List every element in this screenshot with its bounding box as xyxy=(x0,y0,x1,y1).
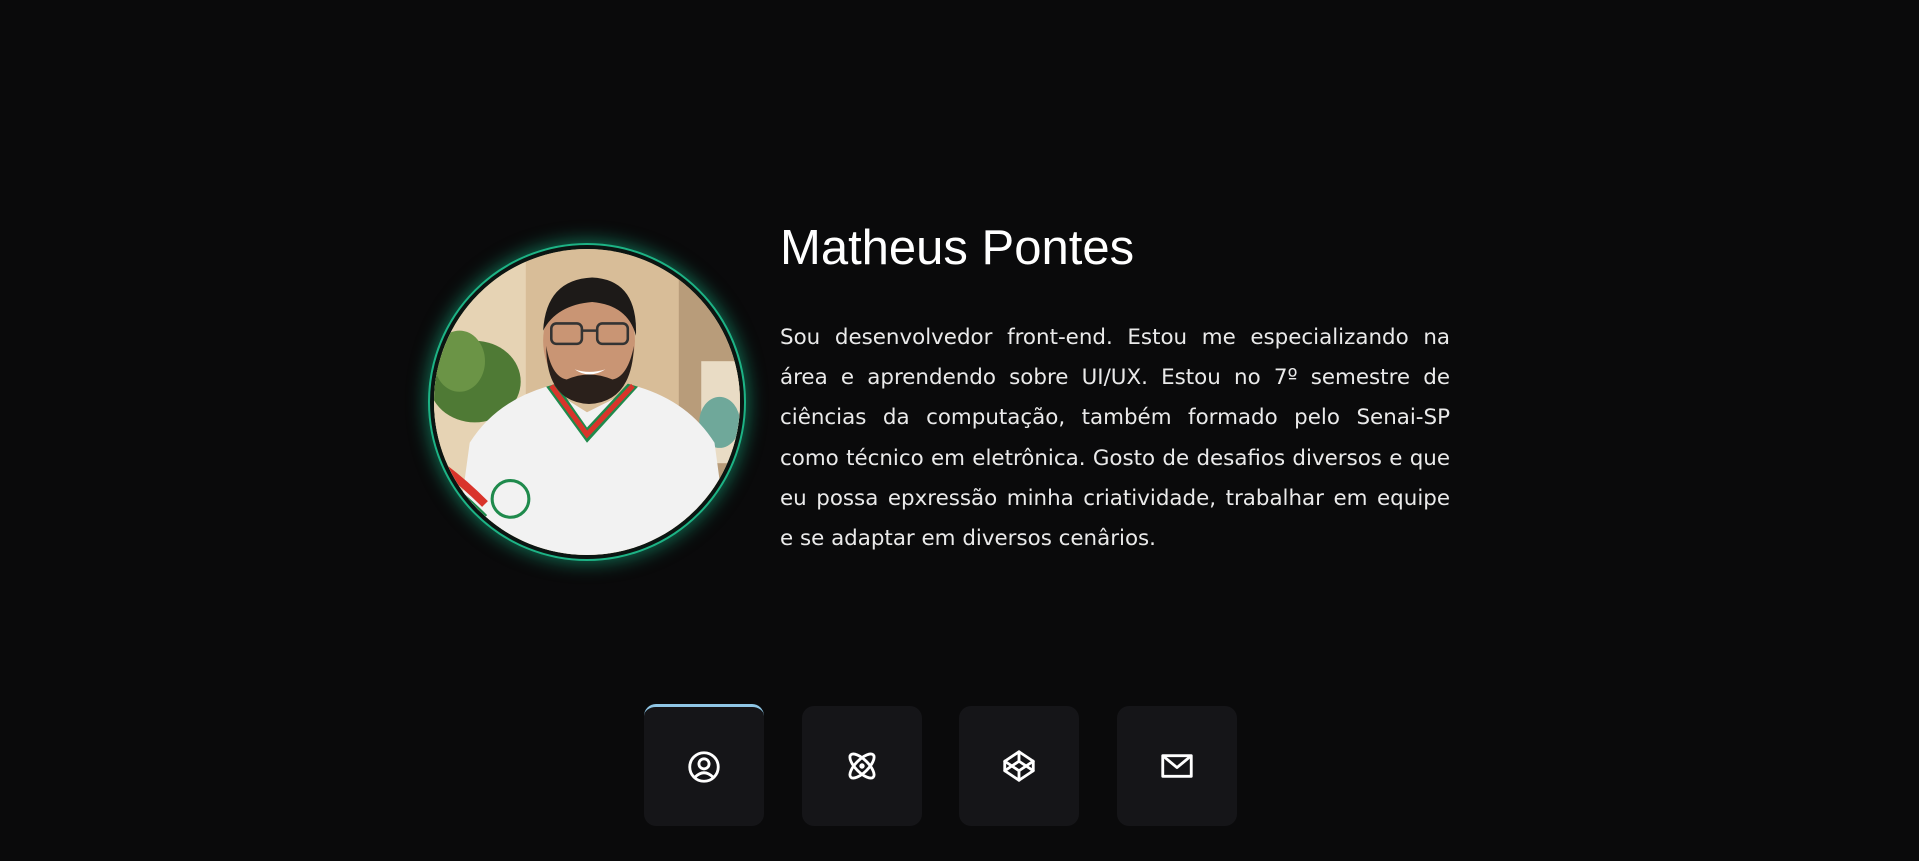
nav-skills-button[interactable] xyxy=(802,706,922,826)
nav-projects-button[interactable] xyxy=(959,706,1079,826)
user-circle-icon xyxy=(688,750,720,783)
mail-icon xyxy=(1161,754,1193,778)
profile-bio: Sou desenvolvedor front-end. Estou me es… xyxy=(780,325,1450,552)
nav-contact-button[interactable] xyxy=(1117,706,1237,826)
profile-photo xyxy=(430,245,744,559)
page: Matheus Pontes Sou desenvolvedor front-e… xyxy=(0,0,1919,861)
profile-name: Matheus Pontes xyxy=(780,221,1135,275)
codepen-icon xyxy=(1003,750,1035,782)
profile-photo-image xyxy=(434,249,740,555)
atom-icon xyxy=(848,752,876,780)
nav-about-button[interactable] xyxy=(644,704,764,826)
